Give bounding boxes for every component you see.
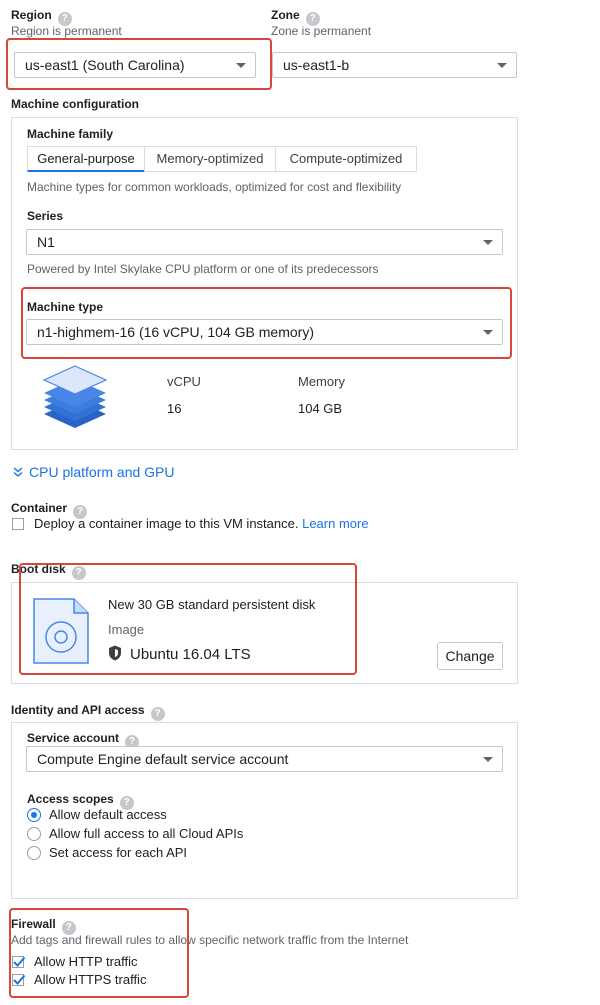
cpu-platform-gpu-toggle[interactable]: CPU platform and GPU (12, 464, 175, 480)
identity-api-heading: Identity and API access? (11, 703, 165, 721)
scope-label-default: Allow default access (49, 807, 167, 822)
machine-family-description: Machine types for common workloads, opti… (27, 180, 402, 194)
machine-family-label: Machine family (27, 127, 114, 141)
service-account-select[interactable]: Compute Engine default service account (26, 746, 503, 772)
machine-type-highlight-box (21, 287, 512, 359)
region-hint: Region is permanent (11, 24, 122, 38)
machine-configuration-heading: Machine configuration (11, 97, 140, 111)
container-checkbox-label: Deploy a container image to this VM inst… (34, 516, 299, 531)
service-account-select-value: Compute Engine default service account (37, 751, 289, 767)
chevron-down-icon (483, 757, 493, 762)
machine-family-tabs: General-purpose Memory-optimized Compute… (27, 146, 417, 172)
scope-label-each-api: Set access for each API (49, 845, 188, 860)
series-description: Powered by Intel Skylake CPU platform or… (27, 262, 379, 276)
zone-hint: Zone is permanent (271, 24, 372, 38)
machine-stack-icon (40, 360, 110, 432)
vcpu-label: vCPU (167, 374, 201, 389)
series-select-value: N1 (37, 234, 55, 250)
tab-compute-optimized[interactable]: Compute-optimized (275, 146, 417, 172)
zone-select[interactable]: us-east1-b (272, 52, 517, 78)
chevron-double-down-icon (13, 467, 23, 477)
tab-memory-optimized[interactable]: Memory-optimized (144, 146, 276, 172)
tab-general-purpose[interactable]: General-purpose (27, 146, 145, 172)
scope-radio-full[interactable] (27, 827, 41, 841)
cpu-platform-gpu-label: CPU platform and GPU (29, 464, 175, 480)
chevron-down-icon (497, 63, 507, 68)
learn-more-link[interactable]: Learn more (302, 516, 368, 531)
scope-radio-default[interactable] (27, 808, 41, 822)
container-checkbox[interactable] (12, 518, 24, 530)
identity-help-icon[interactable]: ? (150, 707, 165, 721)
change-button[interactable]: Change (437, 642, 503, 670)
memory-label: Memory (298, 374, 345, 389)
memory-value: 104 GB (298, 401, 343, 416)
vcpu-value: 16 (167, 401, 182, 416)
scope-radio-each-api[interactable] (27, 846, 41, 860)
scope-label-full: Allow full access to all Cloud APIs (49, 826, 244, 841)
boot-disk-highlight-box (19, 563, 357, 675)
chevron-down-icon (483, 240, 493, 245)
firewall-highlight-box (9, 908, 189, 998)
series-select[interactable]: N1 (26, 229, 503, 255)
zone-select-value: us-east1-b (283, 57, 350, 73)
series-label: Series (27, 209, 64, 223)
region-highlight-box (6, 38, 272, 90)
container-checkbox-text: Deploy a container image to this VM inst… (34, 516, 369, 531)
